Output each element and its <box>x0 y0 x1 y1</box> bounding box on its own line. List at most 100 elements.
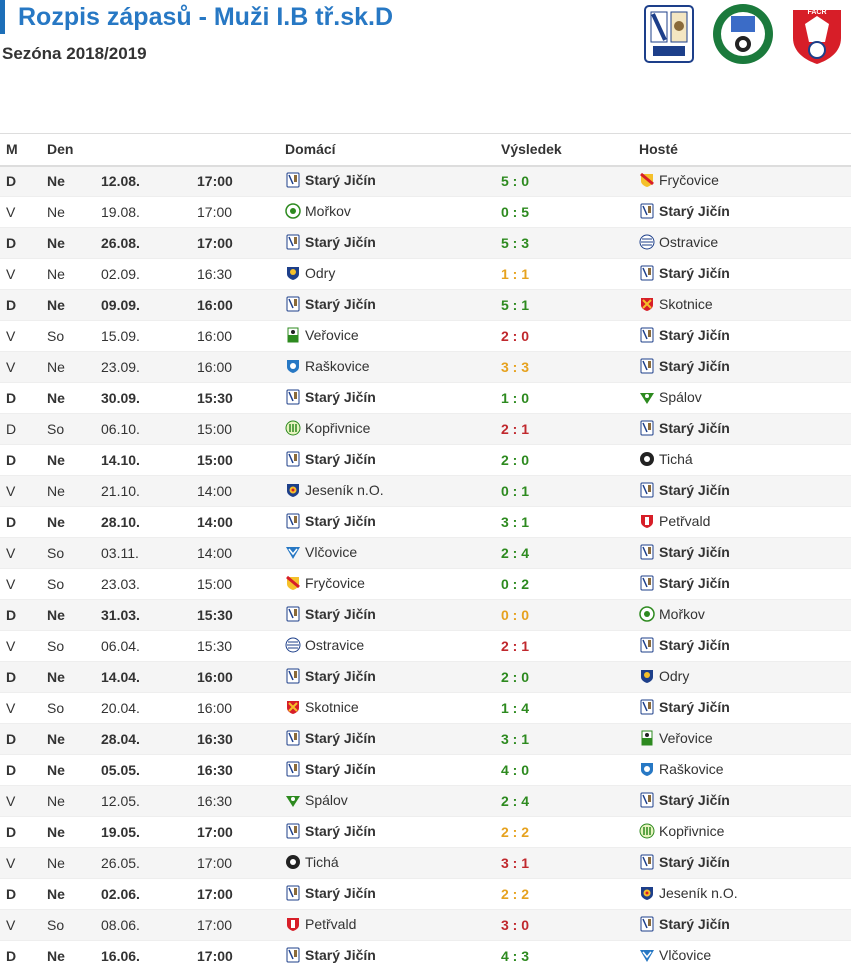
match-result[interactable]: 5 : 1 <box>501 297 529 313</box>
away-team[interactable]: Ostravice <box>639 234 718 250</box>
away-team[interactable]: Kopřivnice <box>639 823 724 839</box>
facr-logo[interactable]: FACR <box>785 2 849 66</box>
home-team[interactable]: Starý Jičín <box>285 730 376 746</box>
home-team[interactable]: Starý Jičín <box>285 761 376 777</box>
away-team[interactable]: Starý Jičín <box>639 544 730 560</box>
match-result[interactable]: 2 : 2 <box>501 824 529 840</box>
table-row: V Ne 12.05. 16:30 Spálov 2 : 4 Starý Jičín <box>0 785 851 817</box>
home-team[interactable]: Petřvald <box>285 916 356 932</box>
header-den[interactable]: Den <box>41 133 95 167</box>
away-team[interactable]: Odry <box>639 668 689 684</box>
home-team[interactable]: Skotnice <box>285 699 359 715</box>
match-date: 19.08. <box>95 196 191 228</box>
away-team[interactable]: Starý Jičín <box>639 358 730 374</box>
header-result[interactable]: Výsledek <box>495 133 633 167</box>
match-date: 28.10. <box>95 506 191 538</box>
home-team[interactable]: Starý Jičín <box>285 823 376 839</box>
away-team[interactable]: Starý Jičín <box>639 854 730 870</box>
home-team[interactable]: Starý Jičín <box>285 947 376 963</box>
match-result[interactable]: 5 : 3 <box>501 235 529 251</box>
away-team[interactable]: Vlčovice <box>639 947 711 963</box>
home-team[interactable]: Mořkov <box>285 203 351 219</box>
away-team[interactable]: Starý Jičín <box>639 203 730 219</box>
regional-fa-logo[interactable] <box>711 2 775 66</box>
match-result[interactable]: 3 : 3 <box>501 359 529 375</box>
match-result[interactable]: 5 : 0 <box>501 173 529 189</box>
home-team-cell: Starý Jičín <box>279 444 495 476</box>
header-away[interactable]: Hosté <box>633 133 851 167</box>
home-team[interactable]: Starý Jičín <box>285 389 376 405</box>
home-team[interactable]: Starý Jičín <box>285 296 376 312</box>
away-team[interactable]: Starý Jičín <box>639 575 730 591</box>
home-team[interactable]: Starý Jičín <box>285 606 376 622</box>
result-cell: 3 : 0 <box>495 909 633 941</box>
home-team[interactable]: Starý Jičín <box>285 234 376 250</box>
home-team-name: Ostravice <box>305 636 365 653</box>
spalov-crest-icon <box>285 792 301 808</box>
match-result[interactable]: 0 : 1 <box>501 483 529 499</box>
home-team[interactable]: Starý Jičín <box>285 451 376 467</box>
home-team[interactable]: Starý Jičín <box>285 668 376 684</box>
home-team[interactable]: Veřovice <box>285 327 359 343</box>
home-team[interactable]: Starý Jičín <box>285 513 376 529</box>
match-date: 05.05. <box>95 754 191 786</box>
match-result[interactable]: 4 : 0 <box>501 762 529 778</box>
away-team[interactable]: Starý Jičín <box>639 265 730 281</box>
home-team[interactable]: Odry <box>285 265 335 281</box>
home-team[interactable]: Fryčovice <box>285 575 365 591</box>
away-team[interactable]: Starý Jičín <box>639 699 730 715</box>
header-home[interactable]: Domácí <box>279 133 495 167</box>
away-team[interactable]: Fryčovice <box>639 172 719 188</box>
match-result[interactable]: 1 : 0 <box>501 390 529 406</box>
home-team[interactable]: Tichá <box>285 854 339 870</box>
away-team[interactable]: Raškovice <box>639 761 724 777</box>
away-team[interactable]: Veřovice <box>639 730 713 746</box>
match-venue: D <box>0 723 41 755</box>
match-result[interactable]: 2 : 0 <box>501 669 529 685</box>
match-result[interactable]: 2 : 2 <box>501 886 529 902</box>
match-result[interactable]: 0 : 2 <box>501 576 529 592</box>
club-logo[interactable] <box>637 2 701 66</box>
away-team[interactable]: Starý Jičín <box>639 482 730 498</box>
match-result[interactable]: 3 : 1 <box>501 855 529 871</box>
home-team[interactable]: Starý Jičín <box>285 172 376 188</box>
home-team[interactable]: Raškovice <box>285 358 370 374</box>
away-team[interactable]: Spálov <box>639 389 702 405</box>
match-result[interactable]: 4 : 3 <box>501 948 529 964</box>
match-result[interactable]: 2 : 1 <box>501 421 529 437</box>
away-team[interactable]: Starý Jičín <box>639 420 730 436</box>
away-team[interactable]: Jeseník n.O. <box>639 885 738 901</box>
match-result[interactable]: 2 : 4 <box>501 545 529 561</box>
home-team[interactable]: Spálov <box>285 792 348 808</box>
match-result[interactable]: 2 : 0 <box>501 328 529 344</box>
home-team-name: Odry <box>305 264 336 281</box>
match-result[interactable]: 2 : 0 <box>501 452 529 468</box>
away-team[interactable]: Starý Jičín <box>639 637 730 653</box>
home-team[interactable]: Kopřivnice <box>285 420 370 436</box>
match-result[interactable]: 2 : 1 <box>501 638 529 654</box>
match-result[interactable]: 3 : 1 <box>501 731 529 747</box>
home-team[interactable]: Starý Jičín <box>285 885 376 901</box>
away-team[interactable]: Starý Jičín <box>639 916 730 932</box>
match-result[interactable]: 0 : 0 <box>501 607 529 623</box>
match-result[interactable]: 1 : 1 <box>501 266 529 282</box>
home-team[interactable]: Ostravice <box>285 637 364 653</box>
away-team[interactable]: Skotnice <box>639 296 713 312</box>
match-result[interactable]: 1 : 4 <box>501 700 529 716</box>
match-time: 16:30 <box>191 258 279 290</box>
away-team-cell: Skotnice <box>633 289 851 321</box>
home-team[interactable]: Jeseník n.O. <box>285 482 384 498</box>
match-result[interactable]: 2 : 4 <box>501 793 529 809</box>
match-result[interactable]: 3 : 0 <box>501 917 529 933</box>
away-team[interactable]: Tichá <box>639 451 693 467</box>
header-m[interactable]: M <box>0 133 41 167</box>
match-result[interactable]: 0 : 5 <box>501 204 529 220</box>
away-team-name: Petřvald <box>659 512 711 529</box>
away-team[interactable]: Petřvald <box>639 513 710 529</box>
away-team[interactable]: Starý Jičín <box>639 792 730 808</box>
home-team[interactable]: Vlčovice <box>285 544 357 560</box>
away-team[interactable]: Starý Jičín <box>639 327 730 343</box>
match-result[interactable]: 3 : 1 <box>501 514 529 530</box>
away-team-name: Kopřivnice <box>659 822 725 839</box>
away-team[interactable]: Mořkov <box>639 606 705 622</box>
